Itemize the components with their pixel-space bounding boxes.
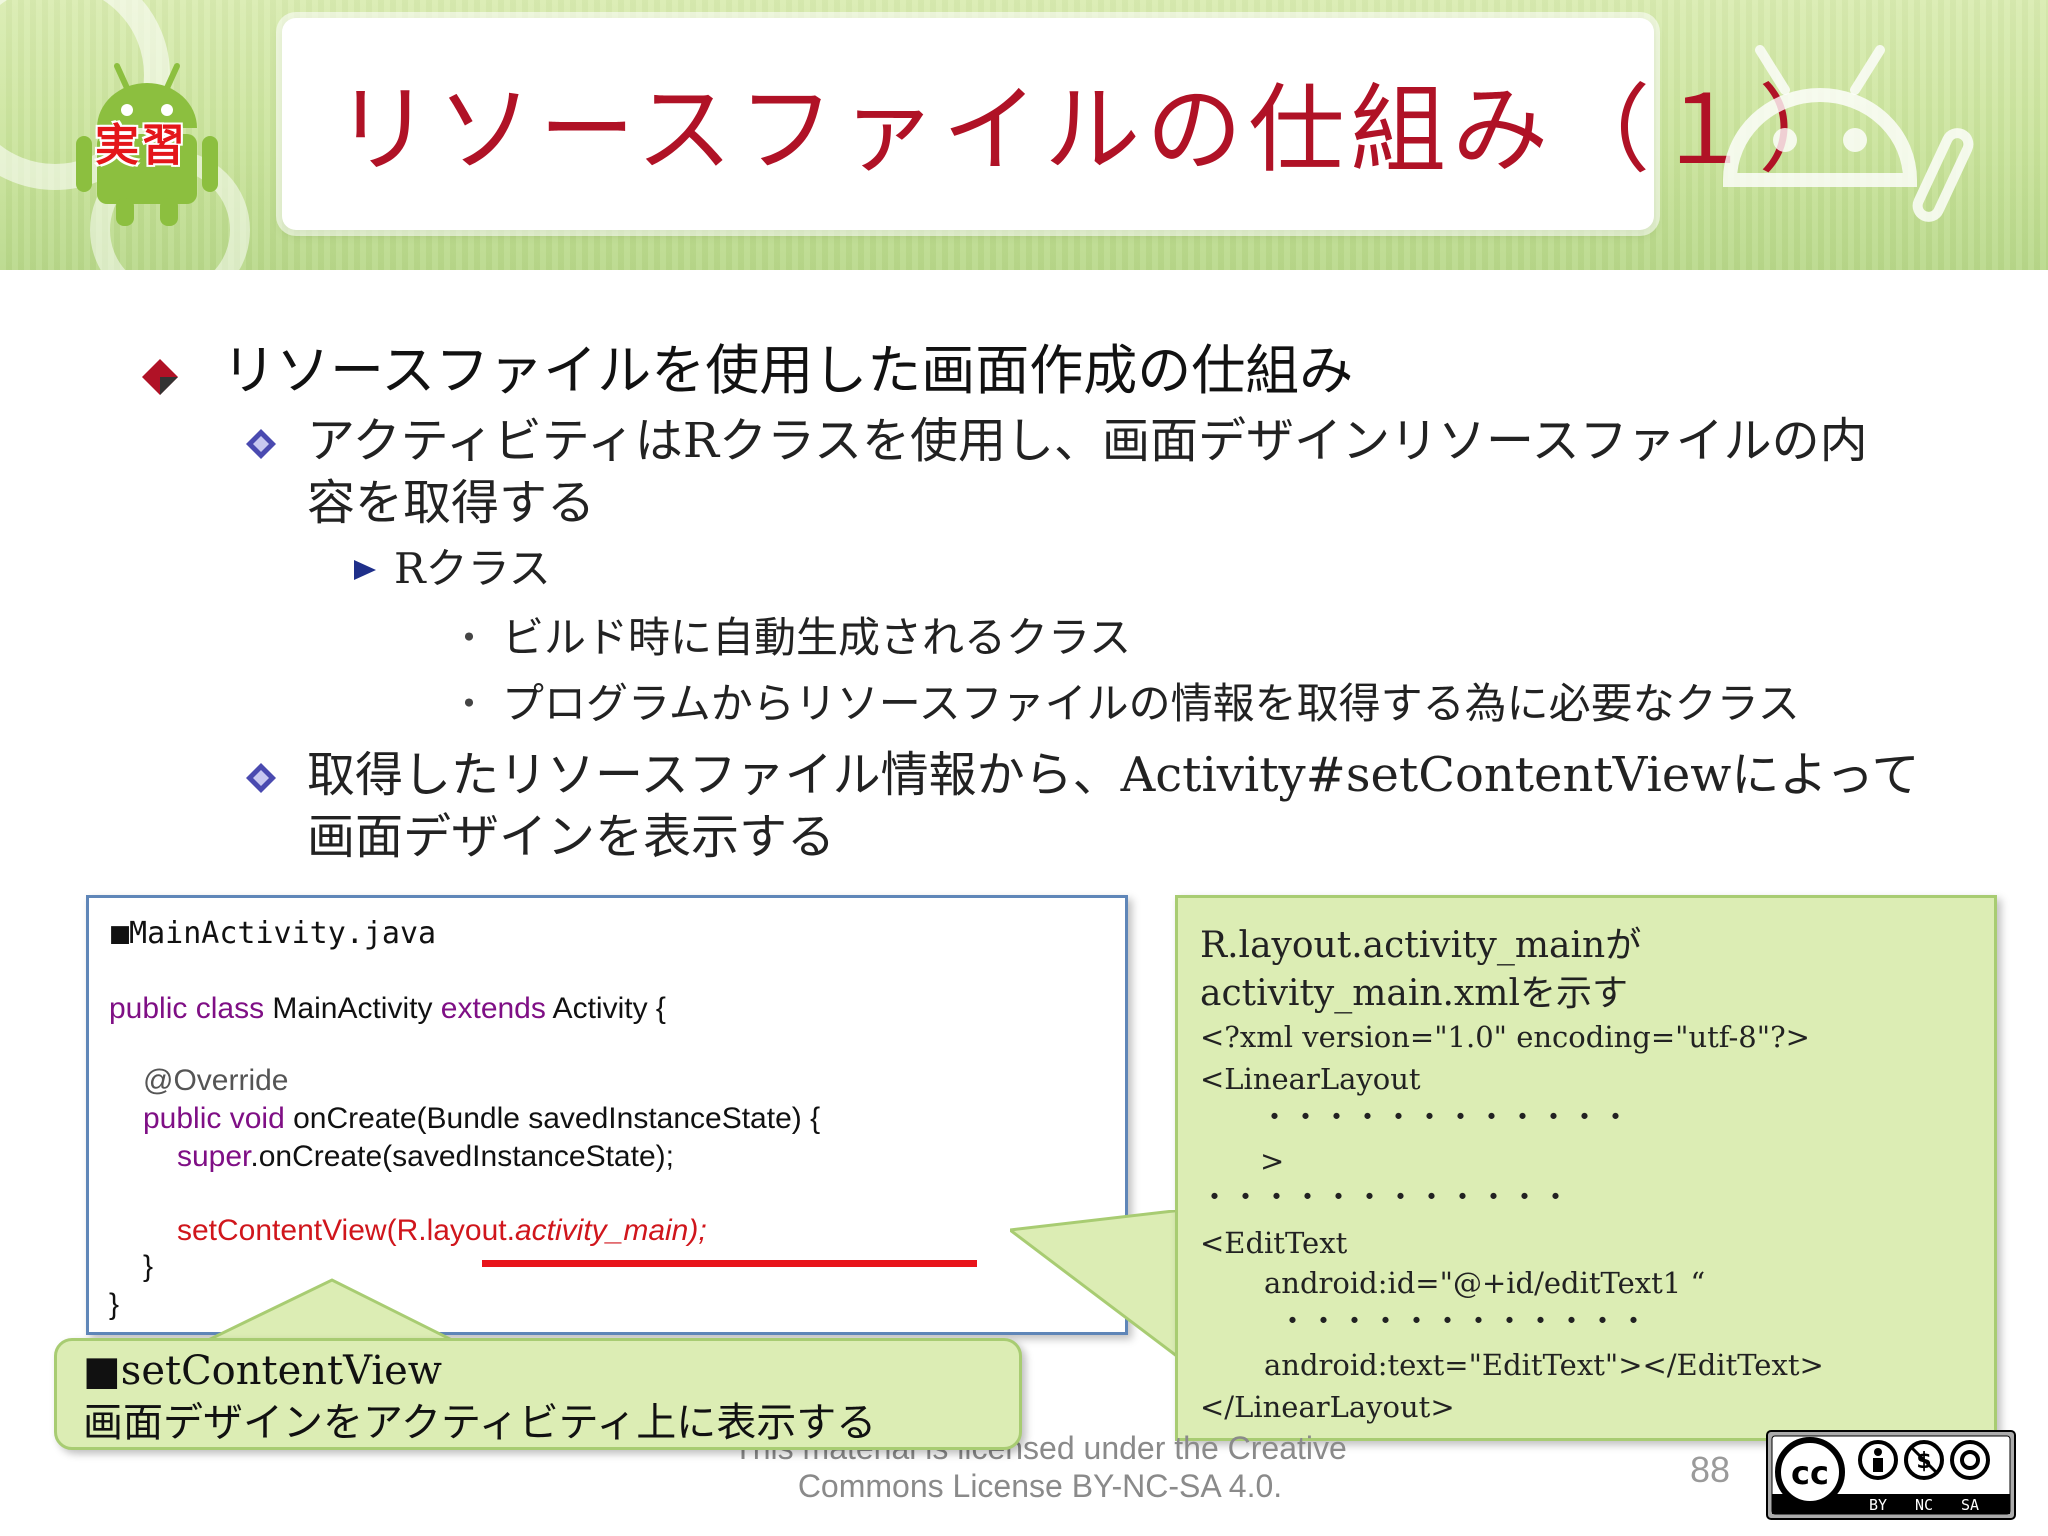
callout-pointer bbox=[200, 1278, 460, 1344]
code-set-content-view: setContentView(R.layout.activity_main); bbox=[177, 1212, 707, 1250]
page-number: 88 bbox=[1690, 1449, 1731, 1490]
license-text: Commons License BY-NC-SA 4.0. bbox=[797, 1468, 1283, 1504]
diamond-bullet-icon bbox=[246, 429, 276, 459]
xml-line: </LinearLayout> bbox=[1200, 1390, 1455, 1424]
bullet-level2-a-text: アクティビティはRクラスを使用し、画面デザインリソースファイルの内 容を取得する bbox=[307, 410, 2007, 534]
cc-label-sa: SA bbox=[1961, 1496, 1979, 1514]
code-keyword: extends bbox=[440, 992, 546, 1025]
dot-bullet: ・ bbox=[450, 682, 489, 726]
cc-label-nc: NC bbox=[1915, 1496, 1933, 1514]
slide-title: リソースファイルの仕組み（１） bbox=[335, 74, 1861, 186]
xml-line: <?xml version="1.0" encoding="utf-8"?> bbox=[1200, 1020, 1810, 1054]
code-text: setContentView(R.layout. bbox=[177, 1214, 515, 1247]
code-annotation: @Override bbox=[143, 1064, 289, 1097]
code-keyword: public class bbox=[109, 992, 265, 1025]
code-super-call: super.onCreate(savedInstanceState); bbox=[177, 1138, 674, 1176]
callout-text: 画面デザインをアクティビティ上に表示する bbox=[83, 1400, 877, 1446]
red-arrow-bullet-icon bbox=[142, 359, 178, 395]
code-keyword: super bbox=[177, 1140, 251, 1173]
cc-label-by: BY bbox=[1869, 1496, 1887, 1514]
code-close-brace: } bbox=[109, 1288, 120, 1321]
bullet-level2-a-line1: アクティビティはRクラスを使用し、画面デザインリソースファイルの内 bbox=[307, 413, 1868, 469]
xml-line: android:text="EditText"></EditText> bbox=[1264, 1348, 1824, 1382]
red-underline bbox=[482, 1260, 977, 1267]
cc-by-nc-sa-badge-icon: cc $ BY NC SA bbox=[1766, 1430, 2016, 1520]
code-class-declaration: public class MainActivity extends Activi… bbox=[109, 990, 666, 1028]
code-filename: ■MainActivity.java bbox=[111, 916, 437, 951]
bullet-level4-b-text: プログラムからリソースファイルの情報を取得する為に必要なクラス bbox=[502, 679, 1800, 728]
bullet-level2-b-text: 取得したリソースファイル情報から、Activity#setContentView… bbox=[307, 744, 2007, 868]
xml-line: <EditText bbox=[1200, 1226, 1348, 1260]
cc-mark-text: cc bbox=[1791, 1454, 1829, 1492]
code-text: .onCreate(savedInstanceState); bbox=[250, 1140, 674, 1173]
code-class-name: MainActivity bbox=[264, 992, 441, 1025]
bullet-level2-b-line1: 取得したリソースファイル情報から、Activity#setContentView… bbox=[307, 747, 1920, 803]
callout-heading: ■setContentView bbox=[83, 1348, 442, 1394]
code-method-declaration: public void onCreate(Bundle savedInstanc… bbox=[143, 1100, 820, 1138]
code-close-brace: } bbox=[143, 1250, 154, 1283]
diamond-bullet-icon bbox=[246, 763, 276, 793]
callout-text: R.layout.activity_mainが bbox=[1200, 925, 1642, 966]
code-text: Activity { bbox=[545, 992, 666, 1025]
code-keyword: public void bbox=[143, 1102, 285, 1135]
xml-line: android:id="@+id/editText1 “ bbox=[1264, 1266, 1706, 1300]
code-text: onCreate(Bundle savedInstanceState) { bbox=[284, 1102, 821, 1135]
xml-callout: R.layout.activity_mainが activity_main.xm… bbox=[1175, 895, 1997, 1441]
set-content-view-callout: ■setContentView 画面デザインをアクティビティ上に表示する bbox=[54, 1338, 1022, 1450]
xml-ellipsis: ・・・・・・・・・・・・ bbox=[1278, 1304, 1651, 1338]
bullet-level4-a-text: ビルド時に自動生成されるクラス bbox=[502, 613, 1132, 662]
callout-text: activity_main.xmlを示す bbox=[1200, 973, 1628, 1014]
callout-pointer bbox=[1010, 1210, 1184, 1364]
android-outline-icon bbox=[1722, 45, 1974, 222]
code-sample-box: ■MainActivity.java public class MainActi… bbox=[86, 895, 1128, 1335]
bullet-level2-b-line2: 画面デザインを表示する bbox=[307, 809, 836, 865]
xml-line: <LinearLayout bbox=[1200, 1062, 1421, 1096]
xml-ellipsis: ・・・・・・・・・・・・ bbox=[1260, 1100, 1633, 1134]
bullet-level2-a-line2: 容を取得する bbox=[307, 475, 596, 531]
bullet-level1-text: リソースファイルを使用した画面作成の仕組み bbox=[222, 339, 1354, 402]
triangle-bullet-icon bbox=[354, 560, 376, 580]
bullet-level3-text: Rクラス bbox=[394, 544, 551, 593]
practice-badge: 実習 bbox=[95, 120, 187, 171]
xml-ellipsis: ・・・・・・・・・・・・ bbox=[1200, 1180, 1573, 1214]
dot-bullet: ・ bbox=[450, 616, 489, 660]
code-text-italic: activity_main); bbox=[514, 1214, 707, 1247]
